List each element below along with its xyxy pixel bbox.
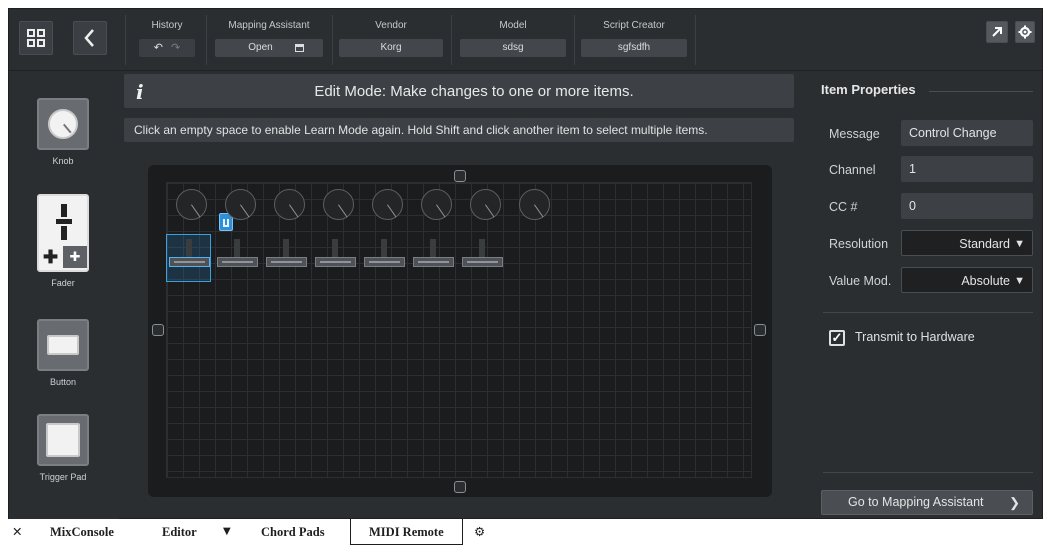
surface-editor: i Edit Mode: Make changes to one or more…	[124, 72, 800, 520]
chevron-right-icon: ❯	[1009, 495, 1020, 510]
item-properties-title: Item Properties	[821, 82, 916, 97]
gear-icon[interactable]	[1015, 21, 1035, 43]
surface-fader[interactable]	[362, 235, 407, 275]
surface-grid[interactable]	[166, 182, 752, 478]
property-label: Channel	[829, 163, 876, 177]
property-resolution: Resolution Standard ▼	[809, 230, 1043, 258]
value-mode-dropdown[interactable]: Absolute ▼	[901, 267, 1033, 293]
property-cc: CC # 0	[809, 193, 1043, 221]
gear-icon[interactable]: ⚙	[474, 519, 485, 545]
transmit-checkbox[interactable]: ✓	[829, 330, 845, 346]
model-field[interactable]: sdsg	[460, 39, 566, 57]
chevron-down-icon: ▼	[1014, 275, 1025, 287]
fader-icon: ✚ ✚	[37, 194, 89, 272]
surface-fader[interactable]	[215, 235, 260, 275]
surface-knob[interactable]	[372, 189, 403, 220]
property-label: CC #	[829, 200, 858, 214]
surface-fader[interactable]	[460, 235, 505, 275]
surface-fader[interactable]	[264, 235, 309, 275]
resize-handle-bottom[interactable]	[454, 481, 466, 493]
palette-knob[interactable]: Knob	[37, 98, 89, 166]
history-group: History ↶ ↷	[139, 19, 195, 63]
surface-fader[interactable]	[411, 235, 456, 275]
chevron-down-icon: ▼	[1014, 238, 1025, 250]
vendor-group: Vendor Korg	[339, 19, 443, 63]
close-icon[interactable]: ✕	[12, 519, 22, 545]
surface-knob[interactable]	[421, 189, 452, 220]
lower-zone-tabs: ✕ MixConsole Editor ▼ Chord Pads MIDI Re…	[8, 519, 1043, 545]
resize-handle-top[interactable]	[454, 170, 466, 182]
resize-handle-right[interactable]	[754, 324, 766, 336]
mapping-assistant-open-button[interactable]: Open	[215, 39, 323, 57]
control-palette: Knob ✚ ✚ Fader Button Trigger Pad	[9, 72, 119, 520]
palette-label-fader: Fader	[51, 278, 75, 288]
cc-field[interactable]: 0	[901, 193, 1033, 219]
tab-chord-pads[interactable]: Chord Pads	[261, 519, 325, 545]
surface-knob[interactable]	[519, 189, 550, 220]
mapping-assistant-group: Mapping Assistant Open	[215, 19, 323, 63]
trigger-pad-icon	[37, 414, 89, 466]
property-channel: Channel 1	[809, 156, 1043, 184]
button-icon	[37, 319, 89, 371]
item-properties-panel: Item Properties Message Control Change C…	[809, 72, 1043, 520]
script-creator-field[interactable]: sgfsdfh	[581, 39, 687, 57]
history-label: History	[151, 20, 183, 31]
model-group: Model sdsg	[460, 19, 566, 63]
resize-handle-left[interactable]	[152, 324, 164, 336]
property-value-mode: Value Mod. Absolute ▼	[809, 267, 1043, 295]
resolution-dropdown[interactable]: Standard ▼	[901, 230, 1033, 256]
surface-fader[interactable]	[313, 235, 358, 275]
undo-icon[interactable]: ↶	[154, 39, 163, 57]
redo-icon[interactable]: ↷	[171, 39, 180, 57]
message-field[interactable]: Control Change	[901, 120, 1033, 146]
chevron-down-icon[interactable]: ▼	[223, 519, 231, 545]
vendor-field[interactable]: Korg	[339, 39, 443, 57]
tab-editor[interactable]: Editor	[162, 519, 197, 545]
vendor-label: Vendor	[375, 20, 407, 31]
property-label: Resolution	[829, 237, 889, 251]
palette-trigger-pad[interactable]: Trigger Pad	[37, 414, 89, 482]
script-creator-group: Script Creator sgfsdfh	[581, 19, 687, 63]
edit-mode-text: Edit Mode: Make changes to one or more i…	[314, 83, 634, 100]
surface-fader-selected[interactable]	[166, 234, 211, 282]
knob-icon	[37, 98, 89, 150]
window-icon	[294, 44, 304, 52]
surface-knob[interactable]	[176, 189, 207, 220]
grid-icon[interactable]	[19, 21, 53, 55]
midi-remote-window: History ↶ ↷ Mapping Assistant Open Vendo…	[8, 8, 1043, 520]
palette-label-button: Button	[49, 377, 77, 387]
property-label: Value Mod.	[829, 274, 892, 288]
surface-knob[interactable]	[225, 189, 256, 220]
top-toolbar: History ↶ ↷ Mapping Assistant Open Vendo…	[9, 9, 1042, 71]
arrow-up-right-icon[interactable]	[986, 21, 1008, 43]
palette-label-knob: Knob	[52, 156, 74, 166]
hint-text: Click an empty space to enable Learn Mod…	[124, 118, 794, 142]
palette-fader[interactable]: ✚ ✚ Fader	[37, 194, 89, 288]
tab-midi-remote[interactable]: MIDI Remote	[350, 519, 463, 545]
surface-knob[interactable]	[470, 189, 501, 220]
transmit-label: Transmit to Hardware	[855, 330, 975, 344]
mapping-assistant-label: Mapping Assistant	[228, 20, 310, 31]
property-message: Message Control Change	[809, 120, 1043, 148]
chevron-left-icon[interactable]	[73, 21, 107, 55]
script-creator-label: Script Creator	[603, 20, 665, 31]
surface-canvas[interactable]	[148, 165, 772, 497]
model-label: Model	[499, 20, 527, 31]
surface-knob[interactable]	[274, 189, 305, 220]
surface-knob[interactable]	[323, 189, 354, 220]
property-label: Message	[829, 127, 880, 141]
channel-field[interactable]: 1	[901, 156, 1033, 182]
palette-button[interactable]: Button	[37, 319, 89, 387]
palette-label-trigger-pad: Trigger Pad	[39, 472, 87, 482]
go-to-mapping-assistant-button[interactable]: Go to Mapping Assistant ❯	[821, 490, 1033, 515]
tab-mixconsole[interactable]: MixConsole	[50, 519, 114, 545]
edit-mode-banner: i Edit Mode: Make changes to one or more…	[124, 74, 794, 108]
